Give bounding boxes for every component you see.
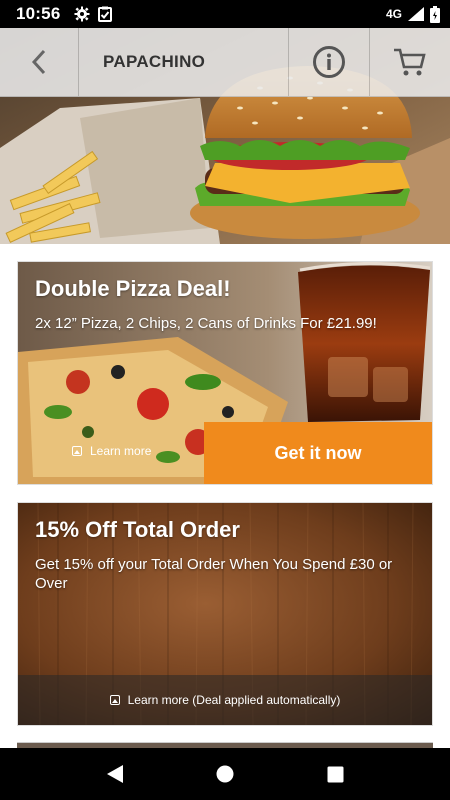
page-title: PAPACHINO [103, 52, 206, 71]
cart-button[interactable] [369, 28, 450, 96]
nav-recents-icon[interactable] [327, 766, 344, 783]
learn-more-label: Learn more [90, 444, 152, 458]
deal-description: Get 15% off your Total Order When You Sp… [35, 556, 393, 592]
learn-more-link[interactable]: Learn more (Deal applied automatically) [18, 675, 432, 725]
status-right: 4G [385, 5, 440, 23]
battery-icon [430, 5, 440, 23]
system-nav-bar [0, 748, 450, 800]
back-arrow-icon [31, 49, 46, 75]
deal-description: 2x 12” Pizza, 2 Chips, 2 Cans of Drinks … [35, 315, 377, 332]
status-icons-left [74, 6, 113, 22]
info-icon [313, 46, 345, 78]
learn-more-link[interactable]: Learn more [72, 444, 151, 458]
network-type: 4G [385, 7, 402, 21]
learn-more-label: Learn more (Deal applied automatically) [127, 693, 341, 707]
settings-icon [74, 6, 90, 22]
signal-icon [408, 7, 424, 21]
status-bar: 10:56 4G [0, 0, 450, 28]
deal-card-double-pizza[interactable]: Double Pizza Deal! 2x 12” Pizza, 2 Chips… [17, 261, 433, 485]
back-button[interactable] [0, 28, 79, 96]
clipboard-check-icon [98, 6, 113, 22]
image-icon [109, 695, 120, 705]
status-time: 10:56 [16, 4, 61, 23]
info-button[interactable] [288, 28, 369, 96]
deal-title: Double Pizza Deal! [35, 276, 231, 301]
app-bar: PAPACHINO [0, 28, 450, 97]
get-it-now-button[interactable]: Get it now [204, 422, 432, 484]
nav-home-icon[interactable] [216, 765, 234, 783]
cart-icon [394, 48, 426, 76]
deal-card-15-off[interactable]: 15% Off Total Order Get 15% off your Tot… [17, 502, 433, 726]
deal-title: 15% Off Total Order [35, 517, 240, 542]
nav-back-icon[interactable] [106, 764, 124, 784]
image-icon [72, 446, 82, 456]
